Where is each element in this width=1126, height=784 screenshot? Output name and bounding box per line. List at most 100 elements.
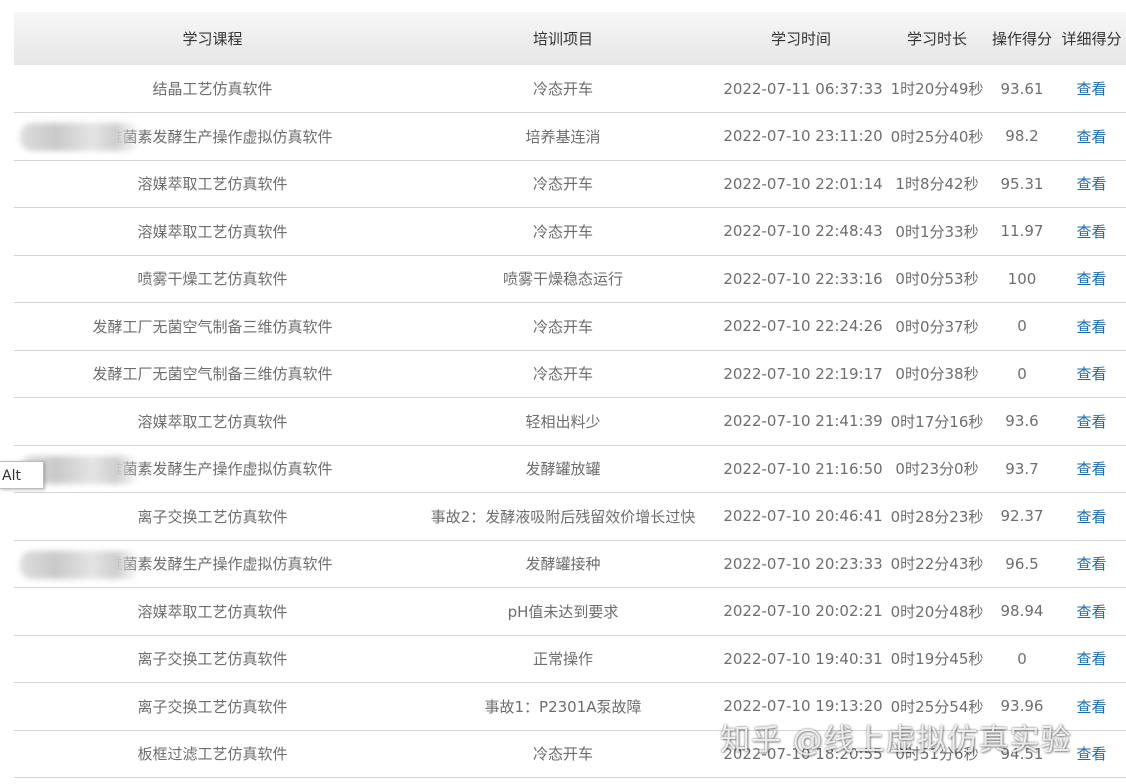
row-time: 2022-07-10 22:48:43 bbox=[715, 208, 887, 256]
row-duration: 0时1分33秒 bbox=[887, 208, 987, 256]
row-project-text: 轻相出料少 bbox=[525, 412, 601, 431]
row-duration-text: 0时25分54秒 bbox=[890, 697, 984, 716]
row-duration-text: 0时23分0秒 bbox=[895, 460, 979, 479]
view-detail-link[interactable]: 查看 bbox=[1076, 365, 1106, 383]
row-duration-text: 0时20分48秒 bbox=[890, 602, 984, 621]
table-row: 溶媒萃取工艺仿真软件 冷态开车 2022-07-10 22:48:43 0时1分33秒… bbox=[14, 208, 1126, 256]
row-course: 离子交换工艺仿真软件 bbox=[14, 683, 411, 731]
row-project: 培养基连消 bbox=[411, 113, 715, 161]
view-detail-link[interactable]: 查看 bbox=[1076, 80, 1106, 98]
row-detail: 查看 bbox=[1057, 398, 1126, 446]
redacted-blur bbox=[20, 123, 140, 151]
row-duration: 0时0分53秒 bbox=[887, 255, 987, 303]
row-course-text: 发酵工厂无菌空气制备三维仿真软件 bbox=[92, 317, 333, 336]
header-score: 操作得分 bbox=[991, 30, 1052, 48]
row-score-text: 93.61 bbox=[1000, 79, 1044, 98]
row-time-text: 2022-07-10 23:11:20 bbox=[723, 127, 883, 146]
row-project: 冷态开车 bbox=[411, 65, 715, 113]
row-duration: 1时20分49秒 bbox=[887, 65, 987, 113]
view-detail-link[interactable]: 查看 bbox=[1076, 270, 1106, 288]
table-row: 离子交换工艺仿真软件 事故2：发酵液吸附后残留效价增长过快 2022-07-10 2… bbox=[14, 493, 1126, 541]
view-detail-link[interactable]: 查看 bbox=[1076, 603, 1106, 621]
row-time: 2022-07-10 21:41:39 bbox=[715, 398, 887, 446]
row-score: 93.6 bbox=[987, 398, 1057, 446]
row-score: 96.5 bbox=[987, 540, 1057, 588]
view-detail-link[interactable]: 查看 bbox=[1076, 128, 1106, 146]
row-course-text: 离子交换工艺仿真软件 bbox=[137, 650, 288, 669]
row-project: 发酵罐放罐 bbox=[411, 445, 715, 493]
row-course: 阿维菌素发酵生产操作虚拟仿真软件 bbox=[14, 113, 411, 161]
view-detail-link[interactable]: 查看 bbox=[1076, 413, 1106, 431]
row-duration-text: 0时22分43秒 bbox=[890, 555, 984, 574]
row-score: 100 bbox=[987, 255, 1057, 303]
row-course-text: 离子交换工艺仿真软件 bbox=[137, 507, 288, 526]
row-score: 0 bbox=[987, 303, 1057, 351]
row-time: 2022-07-11 06:37:33 bbox=[715, 65, 887, 113]
view-detail-link[interactable]: 查看 bbox=[1076, 650, 1106, 668]
row-project-text: 冷态开车 bbox=[532, 222, 593, 241]
row-project-text: 喷雾干燥稳态运行 bbox=[502, 270, 623, 289]
row-duration: 0时0分37秒 bbox=[887, 303, 987, 351]
row-detail: 查看 bbox=[1057, 160, 1126, 208]
row-detail: 查看 bbox=[1057, 350, 1126, 398]
table-row: 发酵工厂无菌空气制备三维仿真软件 冷态开车 2022-07-10 22:24:26 0… bbox=[14, 303, 1126, 351]
view-detail-link[interactable]: 查看 bbox=[1076, 555, 1106, 573]
row-score-text: 92.37 bbox=[1000, 507, 1044, 526]
row-time-text: 2022-07-10 22:33:16 bbox=[723, 269, 883, 288]
row-time: 2022-07-10 23:11:20 bbox=[715, 113, 887, 161]
row-time-text: 2022-07-10 20:02:21 bbox=[723, 602, 883, 621]
redacted-blur bbox=[20, 550, 140, 579]
row-score: 93.7 bbox=[987, 445, 1057, 493]
row-time: 2022-07-10 22:19:17 bbox=[715, 350, 887, 398]
row-duration: 0时22分43秒 bbox=[887, 540, 987, 588]
row-project-text: 事故1：P2301A泵故障 bbox=[484, 697, 642, 716]
row-project: 冷态开车 bbox=[411, 350, 715, 398]
row-detail: 查看 bbox=[1057, 445, 1126, 493]
view-detail-link[interactable]: 查看 bbox=[1076, 745, 1106, 763]
row-time-text: 2022-07-10 19:13:20 bbox=[723, 697, 883, 716]
row-time: 2022-07-10 20:23:33 bbox=[715, 540, 887, 588]
row-course: 溶媒萃取工艺仿真软件 bbox=[14, 208, 411, 256]
table-row: 喷雾干燥工艺仿真软件 喷雾干燥稳态运行 2022-07-10 22:33:16 0时0… bbox=[14, 255, 1126, 303]
row-time-text: 2022-07-10 20:23:33 bbox=[723, 554, 883, 573]
row-project: 冷态开车 bbox=[411, 160, 715, 208]
view-detail-link[interactable]: 查看 bbox=[1076, 508, 1106, 526]
table-body: 结晶工艺仿真软件 冷态开车 2022-07-11 06:37:33 1时20分49秒 9… bbox=[14, 65, 1126, 778]
view-detail-link[interactable]: 查看 bbox=[1076, 223, 1106, 241]
view-detail-link[interactable]: 查看 bbox=[1076, 460, 1106, 478]
row-project-text: 事故2：发酵液吸附后残留效价增长过快 bbox=[430, 507, 696, 526]
view-detail-link[interactable]: 查看 bbox=[1076, 318, 1106, 336]
table-row: 发酵工厂无菌空气制备三维仿真软件 冷态开车 2022-07-10 22:19:17 0… bbox=[14, 350, 1126, 398]
row-project-text: 正常操作 bbox=[532, 650, 593, 669]
side-tab[interactable]: Alt bbox=[0, 461, 44, 489]
row-detail: 查看 bbox=[1057, 635, 1126, 683]
row-course: 结晶工艺仿真软件 bbox=[14, 65, 411, 113]
row-duration: 0时23分0秒 bbox=[887, 445, 987, 493]
header-project: 培训项目 bbox=[532, 30, 593, 48]
view-detail-link[interactable]: 查看 bbox=[1076, 175, 1106, 193]
row-time: 2022-07-10 21:16:50 bbox=[715, 445, 887, 493]
study-records-table: 学习课程 培训项目 学习时间 学习时长 操作得分 详细得分 结晶工艺仿真软件 冷态… bbox=[14, 12, 1126, 778]
row-project: 冷态开车 bbox=[411, 208, 715, 256]
row-duration-text: 0时0分38秒 bbox=[895, 365, 979, 384]
row-course: 溶媒萃取工艺仿真软件 bbox=[14, 160, 411, 208]
row-project: 正常操作 bbox=[411, 635, 715, 683]
row-project-text: 冷态开车 bbox=[532, 365, 593, 384]
row-project: 事故2：发酵液吸附后残留效价增长过快 bbox=[411, 493, 715, 541]
row-duration: 0时28分23秒 bbox=[887, 493, 987, 541]
row-score: 11.97 bbox=[987, 208, 1057, 256]
row-course-text: 溶媒萃取工艺仿真软件 bbox=[137, 222, 288, 241]
row-course: 发酵工厂无菌空气制备三维仿真软件 bbox=[14, 350, 411, 398]
view-detail-link[interactable]: 查看 bbox=[1076, 698, 1106, 716]
row-duration-text: 0时17分16秒 bbox=[890, 412, 984, 431]
row-project-text: 冷态开车 bbox=[532, 317, 593, 336]
row-project-text: 培养基连消 bbox=[525, 127, 601, 146]
row-course-text: 离子交换工艺仿真软件 bbox=[137, 697, 288, 716]
row-duration: 0时20分48秒 bbox=[887, 588, 987, 636]
row-score-text: 100 bbox=[1007, 269, 1037, 288]
row-duration: 0时17分16秒 bbox=[887, 398, 987, 446]
table-row: 阿维菌素发酵生产操作虚拟仿真软件 发酵罐放罐 2022-07-10 21:16:50… bbox=[14, 445, 1126, 493]
row-duration-text: 0时25分40秒 bbox=[890, 127, 984, 146]
row-time: 2022-07-10 22:01:14 bbox=[715, 160, 887, 208]
row-course: 阿维菌素发酵生产操作虚拟仿真软件 bbox=[14, 540, 411, 588]
